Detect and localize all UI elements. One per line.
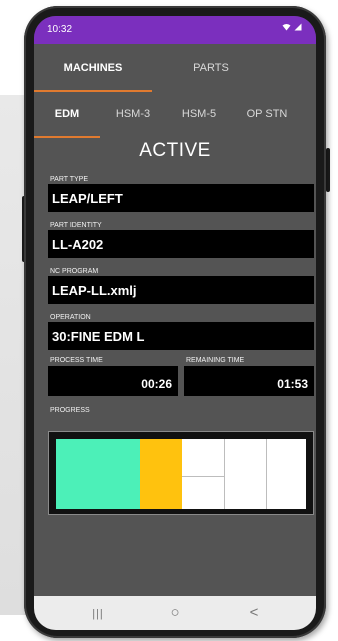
process-time-value: 00:26 <box>48 366 178 396</box>
progress-segment-1 <box>56 439 98 509</box>
tab-op-stn-label: OP STN <box>246 108 288 120</box>
operation-value: 30:FINE EDM L <box>48 322 314 350</box>
progress-segment-4 <box>182 439 224 509</box>
part-type-label: PART TYPE <box>50 176 88 183</box>
progress-bar <box>48 431 314 515</box>
machine-tab-bar: EDM HSM-3 HSM-5 OP STN <box>34 92 316 138</box>
tab-machines-label: MACHINES <box>63 62 123 74</box>
tab-hsm-3-label: HSM-3 <box>115 108 151 120</box>
status-icons <box>282 23 302 31</box>
part-identity-value: LL-A202 <box>48 230 314 258</box>
system-nav-bar: ||| ○ < <box>34 596 316 630</box>
process-time-label: PROCESS TIME <box>50 357 103 364</box>
tab-hsm-5[interactable]: HSM-5 <box>166 92 232 138</box>
tab-parts-label: PARTS <box>193 62 229 74</box>
wifi-icon <box>282 24 291 31</box>
home-icon: ○ <box>170 604 180 621</box>
progress-segment-2 <box>98 439 140 509</box>
tab-edm[interactable]: EDM <box>34 92 100 138</box>
subtab-active-indicator <box>34 136 100 138</box>
status-bar: 10:32 <box>34 16 316 44</box>
progress-divider <box>224 439 225 509</box>
progress-segment-6 <box>266 439 306 509</box>
phone-power-button <box>326 148 330 192</box>
tab-edm-label: EDM <box>54 108 80 120</box>
progress-segment-5 <box>224 439 266 509</box>
part-type-value: LEAP/LEFT <box>48 184 314 212</box>
tab-machines[interactable]: MACHINES <box>34 44 152 92</box>
remaining-time-label: REMAINING TIME <box>186 357 245 364</box>
progress-label: PROGRESS <box>50 407 90 414</box>
status-time: 10:32 <box>47 24 73 35</box>
recents-button[interactable]: ||| <box>68 596 128 630</box>
main-tab-bar: MACHINES PARTS <box>34 44 316 92</box>
nc-program-value: LEAP-LL.xmlj <box>48 276 314 304</box>
back-button[interactable]: < <box>224 596 284 630</box>
part-identity-label: PART IDENTITY <box>50 222 102 229</box>
back-icon: < <box>249 604 259 621</box>
tab-hsm-5-label: HSM-5 <box>181 108 217 120</box>
tab-op-stn[interactable]: OP STN <box>232 92 302 138</box>
progress-divider <box>266 439 267 509</box>
tab-parts[interactable]: PARTS <box>152 44 270 92</box>
home-button[interactable]: ○ <box>145 596 205 630</box>
nc-program-label: NC PROGRAM <box>50 268 99 275</box>
progress-divider <box>182 476 224 477</box>
operation-label: OPERATION <box>50 314 91 321</box>
remaining-time-value: 01:53 <box>184 366 314 396</box>
phone-screen: 10:32 MACHINES PARTS EDM HSM-3 HSM-5 OP … <box>34 16 316 630</box>
tab-hsm-3[interactable]: HSM-3 <box>100 92 166 138</box>
progress-segment-3 <box>140 439 182 509</box>
machine-state-title: ACTIVE <box>139 140 211 161</box>
signal-icon <box>294 23 302 31</box>
recents-icon: ||| <box>92 608 104 620</box>
